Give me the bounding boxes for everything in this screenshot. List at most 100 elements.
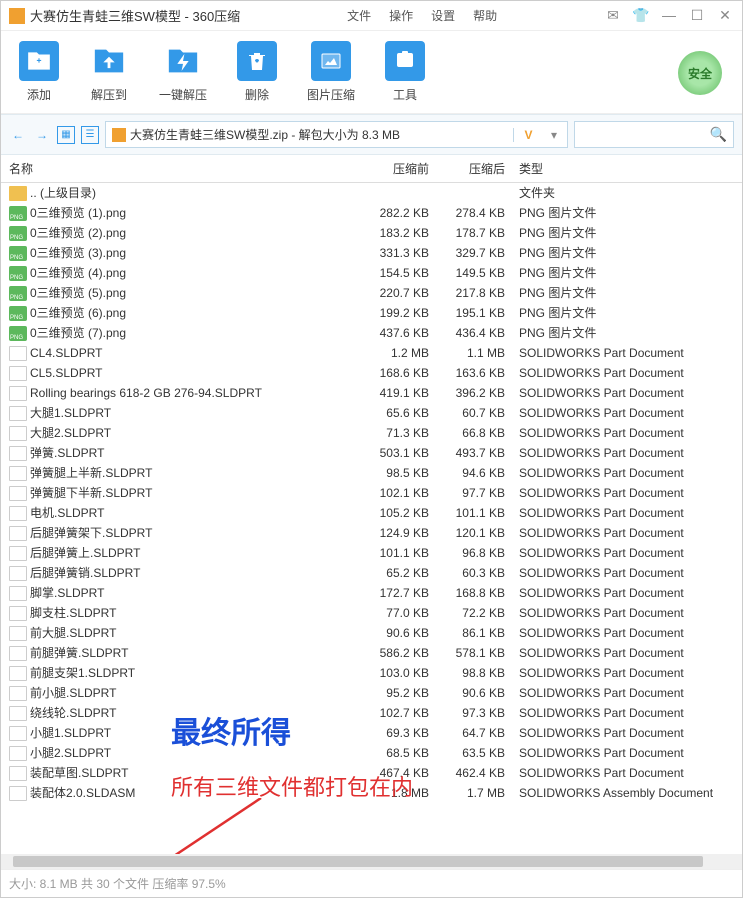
col-before[interactable]: 压缩前	[359, 160, 439, 177]
file-row[interactable]: .. (上级目录)文件夹	[1, 183, 742, 203]
statusbar: 大小: 8.1 MB 共 30 个文件 压缩率 97.5%	[1, 869, 742, 897]
file-row[interactable]: 0三维预览 (4).png154.5 KB149.5 KBPNG 图片文件	[1, 263, 742, 283]
file-name: 前大腿.SLDPRT	[30, 624, 359, 642]
view-details-button[interactable]: ▦	[57, 126, 75, 144]
file-size-before: 503.1 KB	[359, 444, 439, 462]
file-type: SOLIDWORKS Part Document	[519, 544, 734, 562]
file-row[interactable]: 小腿1.SLDPRT69.3 KB64.7 KBSOLIDWORKS Part …	[1, 723, 742, 743]
file-icon	[9, 326, 27, 341]
file-name: 大腿2.SLDPRT	[30, 424, 359, 442]
search-input[interactable]: 🔍	[574, 121, 734, 148]
delete-button[interactable]: 删除	[237, 41, 277, 103]
file-size-before: 102.7 KB	[359, 704, 439, 722]
file-size-before: 101.1 KB	[359, 544, 439, 562]
file-row[interactable]: 后腿弹簧架下.SLDPRT124.9 KB120.1 KBSOLIDWORKS …	[1, 523, 742, 543]
tools-button[interactable]: 工具	[385, 41, 425, 103]
close-button[interactable]: ✕	[716, 7, 734, 24]
file-name: 前腿支架1.SLDPRT	[30, 664, 359, 682]
file-name: 0三维预览 (6).png	[30, 304, 359, 322]
file-row[interactable]: 0三维预览 (5).png220.7 KB217.8 KBPNG 图片文件	[1, 283, 742, 303]
add-button[interactable]: 添加	[19, 41, 59, 103]
menu-operate[interactable]: 操作	[389, 7, 413, 24]
file-row[interactable]: 0三维预览 (6).png199.2 KB195.1 KBPNG 图片文件	[1, 303, 742, 323]
file-row[interactable]: 大腿1.SLDPRT65.6 KB60.7 KBSOLIDWORKS Part …	[1, 403, 742, 423]
view-list-button[interactable]: ☰	[81, 126, 99, 144]
file-row[interactable]: 脚支柱.SLDPRT77.0 KB72.2 KBSOLIDWORKS Part …	[1, 603, 742, 623]
file-row[interactable]: CL5.SLDPRT168.6 KB163.6 KBSOLIDWORKS Par…	[1, 363, 742, 383]
file-icon	[9, 306, 27, 321]
file-icon	[9, 506, 27, 521]
file-size-after: 149.5 KB	[439, 264, 519, 282]
file-row[interactable]: 电机.SLDPRT105.2 KB101.1 KBSOLIDWORKS Part…	[1, 503, 742, 523]
file-row[interactable]: Rolling bearings 618-2 GB 276-94.SLDPRT4…	[1, 383, 742, 403]
file-row[interactable]: 前小腿.SLDPRT95.2 KB90.6 KBSOLIDWORKS Part …	[1, 683, 742, 703]
file-name: CL4.SLDPRT	[30, 344, 359, 362]
image-compress-button[interactable]: 图片压缩	[307, 41, 355, 103]
file-row[interactable]: 装配草图.SLDPRT467.4 KB462.4 KBSOLIDWORKS Pa…	[1, 763, 742, 783]
file-size-after: 1.1 MB	[439, 344, 519, 362]
file-size-before: 68.5 KB	[359, 744, 439, 762]
file-row[interactable]: 弹簧腿上半新.SLDPRT98.5 KB94.6 KBSOLIDWORKS Pa…	[1, 463, 742, 483]
delete-label: 删除	[245, 86, 269, 103]
annotation-arrow	[91, 798, 291, 854]
scrollbar-thumb[interactable]	[13, 856, 703, 867]
maximize-button[interactable]: ☐	[688, 7, 706, 24]
file-row[interactable]: 后腿弹簧销.SLDPRT65.2 KB60.3 KBSOLIDWORKS Par…	[1, 563, 742, 583]
file-type: SOLIDWORKS Part Document	[519, 684, 734, 702]
file-row[interactable]: 小腿2.SLDPRT68.5 KB63.5 KBSOLIDWORKS Part …	[1, 743, 742, 763]
file-row[interactable]: 弹簧腿下半新.SLDPRT102.1 KB97.7 KBSOLIDWORKS P…	[1, 483, 742, 503]
file-row[interactable]: 0三维预览 (1).png282.2 KB278.4 KBPNG 图片文件	[1, 203, 742, 223]
col-after[interactable]: 压缩后	[439, 160, 519, 177]
back-button[interactable]: ←	[9, 126, 27, 144]
menu-file[interactable]: 文件	[347, 7, 371, 24]
minimize-button[interactable]: —	[660, 7, 678, 24]
file-row[interactable]: 0三维预览 (3).png331.3 KB329.7 KBPNG 图片文件	[1, 243, 742, 263]
file-row[interactable]: 装配体2.0.SLDASM1.8 MB1.7 MBSOLIDWORKS Asse…	[1, 783, 742, 803]
menu-help[interactable]: 帮助	[473, 7, 497, 24]
file-row[interactable]: 脚掌.SLDPRT172.7 KB168.8 KBSOLIDWORKS Part…	[1, 583, 742, 603]
file-size-after: 578.1 KB	[439, 644, 519, 662]
file-name: 弹簧腿上半新.SLDPRT	[30, 464, 359, 482]
file-row[interactable]: 大腿2.SLDPRT71.3 KB66.8 KBSOLIDWORKS Part …	[1, 423, 742, 443]
horizontal-scrollbar[interactable]	[1, 854, 742, 869]
file-icon	[9, 766, 27, 781]
forward-button[interactable]: →	[33, 126, 51, 144]
file-icon	[9, 746, 27, 761]
skin-icon[interactable]: 👕	[632, 7, 650, 24]
tools-label: 工具	[393, 86, 417, 103]
file-size-after: 120.1 KB	[439, 524, 519, 542]
file-size-after: 96.8 KB	[439, 544, 519, 562]
file-row[interactable]: 前腿支架1.SLDPRT103.0 KB98.8 KBSOLIDWORKS Pa…	[1, 663, 742, 683]
file-size-before: 1.2 MB	[359, 344, 439, 362]
file-type: PNG 图片文件	[519, 204, 734, 222]
file-type: SOLIDWORKS Part Document	[519, 344, 734, 362]
col-name[interactable]: 名称	[9, 160, 359, 177]
file-size-after: 60.3 KB	[439, 564, 519, 582]
one-click-extract-button[interactable]: 一键解压	[159, 41, 207, 103]
file-icon	[9, 286, 27, 301]
file-row[interactable]: 后腿弹簧上.SLDPRT101.1 KB96.8 KBSOLIDWORKS Pa…	[1, 543, 742, 563]
file-name: 装配草图.SLDPRT	[30, 764, 359, 782]
feedback-icon[interactable]: ✉	[604, 7, 622, 24]
file-row[interactable]: 前腿弹簧.SLDPRT586.2 KB578.1 KBSOLIDWORKS Pa…	[1, 643, 742, 663]
addressbar: ← → ▦ ☰ 大赛仿生青蛙三维SW模型.zip - 解包大小为 8.3 MB …	[1, 114, 742, 155]
file-row[interactable]: 0三维预览 (2).png183.2 KB178.7 KBPNG 图片文件	[1, 223, 742, 243]
file-row[interactable]: 前大腿.SLDPRT90.6 KB86.1 KBSOLIDWORKS Part …	[1, 623, 742, 643]
address-input[interactable]: 大赛仿生青蛙三维SW模型.zip - 解包大小为 8.3 MB V ▾	[105, 121, 568, 148]
file-row[interactable]: 绕线轮.SLDPRT102.7 KB97.3 KBSOLIDWORKS Part…	[1, 703, 742, 723]
file-icon	[9, 666, 27, 681]
dropdown-icon[interactable]: ▾	[547, 128, 561, 142]
file-row[interactable]: CL4.SLDPRT1.2 MB1.1 MBSOLIDWORKS Part Do…	[1, 343, 742, 363]
file-size-after: 94.6 KB	[439, 464, 519, 482]
menu-settings[interactable]: 设置	[431, 7, 455, 24]
extract-to-label: 解压到	[91, 86, 127, 103]
file-icon	[9, 346, 27, 361]
file-icon	[9, 366, 27, 381]
file-icon	[9, 206, 27, 221]
extract-to-button[interactable]: 解压到	[89, 41, 129, 103]
file-row[interactable]: 0三维预览 (7).png437.6 KB436.4 KBPNG 图片文件	[1, 323, 742, 343]
file-icon	[9, 626, 27, 641]
file-row[interactable]: 弹簧.SLDPRT503.1 KB493.7 KBSOLIDWORKS Part…	[1, 443, 742, 463]
file-type: SOLIDWORKS Part Document	[519, 584, 734, 602]
col-type[interactable]: 类型	[519, 160, 734, 177]
